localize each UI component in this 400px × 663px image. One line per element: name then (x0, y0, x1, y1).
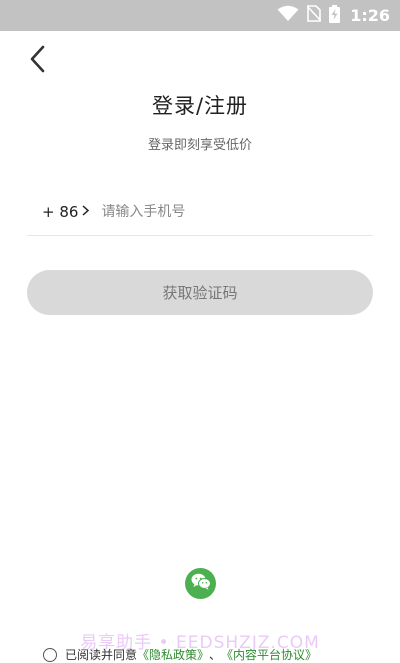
status-time: 1:26 (350, 6, 390, 25)
wechat-icon (191, 573, 211, 594)
agreement-separator: 、 (209, 648, 222, 662)
country-code-selector[interactable]: + 86 (42, 202, 90, 221)
status-icons: 1:26 (277, 0, 390, 31)
country-code-label: + 86 (42, 202, 79, 221)
page-subtitle: 登录即刻享受低价 (147, 138, 252, 153)
phone-input[interactable] (101, 203, 373, 220)
chevron-right-icon (82, 204, 90, 220)
phone-row: + 86 (27, 188, 373, 236)
privacy-policy-link[interactable]: 《隐私政策》 (137, 646, 209, 663)
content-agreement-link[interactable]: 《内容平台协议》 (221, 646, 317, 663)
page-title: 登录/注册 (151, 94, 249, 118)
back-button[interactable] (22, 44, 52, 78)
agreement-prefix: 已阅读并同意 (65, 648, 138, 662)
agreement-row: 已阅读并同意 《隐私政策》 、 《内容平台协议》 (43, 646, 317, 663)
agree-checkbox[interactable] (43, 647, 57, 662)
chevron-left-icon (28, 45, 46, 77)
wifi-icon (277, 5, 299, 26)
status-bar: 1:26 (0, 0, 400, 31)
wechat-login-button[interactable] (185, 568, 216, 599)
no-sim-icon (306, 5, 322, 26)
battery-charging-icon (329, 4, 341, 27)
get-code-label: 获取验证码 (162, 284, 238, 302)
get-code-button[interactable]: 获取验证码 (27, 270, 373, 315)
